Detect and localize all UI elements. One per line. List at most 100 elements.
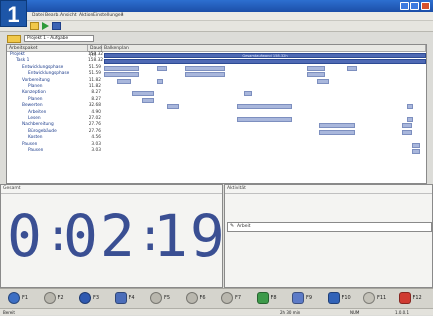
function-key-label: F8 — [271, 295, 277, 301]
path-field[interactable]: Projekt 1 - Aufgabe — [24, 35, 94, 42]
gantt-bar[interactable] — [402, 123, 412, 128]
gantt-bar[interactable] — [185, 72, 225, 77]
menu-item-edit[interactable]: Bearb. — [45, 13, 60, 18]
tree-row[interactable]: Pausen3.03 — [7, 148, 102, 154]
gantt-bar[interactable] — [185, 66, 225, 71]
tree-row[interactable]: Vorbereitung11.82 — [7, 78, 102, 84]
tree-row[interactable]: Task 1158.32 — [7, 58, 102, 64]
function-key-label: F11 — [377, 295, 386, 301]
tree-row-name: Pausen — [22, 142, 37, 148]
tree-row-name: Bewerten — [22, 103, 43, 109]
tree-row[interactable]: Planen8.27 — [7, 97, 102, 103]
column-header-duration[interactable]: Dauer [h] — [88, 45, 102, 52]
function-key-label: F10 — [342, 295, 351, 301]
toolbar — [0, 21, 433, 32]
function-key-f5[interactable]: F5 — [150, 291, 190, 306]
gantt-bar[interactable] — [237, 117, 292, 122]
tree-row-name: Arbeiten — [28, 110, 46, 116]
function-key-label: F12 — [413, 295, 422, 301]
function-key-f8[interactable]: F8 — [257, 291, 297, 306]
minimize-button[interactable] — [400, 2, 409, 10]
gantt-bar[interactable] — [317, 79, 329, 84]
gantt-bar[interactable] — [157, 79, 163, 84]
tree-row[interactable]: Entwicklungsphase51.59 — [7, 71, 102, 77]
function-key-f3[interactable]: F3 — [79, 291, 119, 306]
gantt-bar[interactable] — [167, 104, 179, 109]
function-key-f9[interactable]: F9 — [292, 291, 332, 306]
function-key-f7[interactable]: F7 — [221, 291, 261, 306]
gantt-bar[interactable] — [142, 98, 154, 103]
timer-hours: 0 — [7, 207, 44, 265]
blank-icon — [150, 292, 162, 304]
gantt-bar[interactable] — [412, 143, 420, 148]
gantt-bar[interactable] — [407, 104, 413, 109]
menu-item-file[interactable]: Datei — [32, 13, 44, 18]
function-key-f1[interactable]: F1 — [8, 291, 48, 306]
function-key-label: F4 — [129, 295, 135, 301]
function-key-f6[interactable]: F6 — [186, 291, 226, 306]
function-key-f10[interactable]: F10 — [328, 291, 368, 306]
blank-icon — [363, 292, 375, 304]
gantt-bar[interactable] — [307, 72, 325, 77]
gantt-bar[interactable] — [347, 66, 357, 71]
gantt-bar[interactable] — [319, 123, 355, 128]
gantt-bar[interactable] — [237, 104, 292, 109]
play-icon[interactable] — [42, 22, 49, 30]
tree-row[interactable]: Bewerten32.68 — [7, 103, 102, 109]
menu-item-view[interactable]: Ansicht — [60, 13, 77, 18]
menu-item-action[interactable]: Aktion — [79, 13, 93, 18]
gantt-bar[interactable] — [104, 72, 139, 77]
tree-row[interactable]: Kosten4.56 — [7, 135, 102, 141]
close-button[interactable] — [421, 2, 430, 10]
gantt-bar[interactable]: Gesamtaufwand 158.32h — [104, 53, 426, 58]
function-key-f2[interactable]: F2 — [44, 291, 84, 306]
calendar-icon — [115, 292, 127, 304]
function-key-f11[interactable]: F11 — [363, 291, 403, 306]
gantt-bar[interactable] — [244, 91, 252, 96]
function-key-f4[interactable]: F4 — [115, 291, 155, 306]
tree-row[interactable]: Nachbereitung27.76 — [7, 122, 102, 128]
activity-entry-row[interactable]: ✎ Arbeit — [227, 222, 432, 232]
maximize-button[interactable] — [410, 2, 419, 10]
folder-icon[interactable] — [30, 22, 39, 30]
gantt-bar[interactable] — [157, 66, 167, 71]
menu-item-help[interactable]: ? — [121, 13, 123, 18]
status-bar: Bereit 2h 30 min NUM 1.0.0.1 — [0, 308, 433, 315]
step-badge: 1 — [0, 0, 27, 27]
gantt-bar[interactable] — [402, 130, 412, 135]
gantt-bar[interactable] — [412, 149, 420, 154]
menu-item-settings[interactable]: Einstellungen — [93, 13, 124, 18]
tree-row[interactable]: Bürogebäude27.76 — [7, 129, 102, 135]
column-header-gantt[interactable]: Balkenplan — [102, 45, 426, 52]
gantt-bar[interactable] — [117, 79, 131, 84]
save-icon[interactable] — [52, 22, 61, 30]
tree-row-name: Task 1 — [16, 58, 29, 64]
gantt-bar[interactable] — [319, 130, 355, 135]
tree-row-name: Konzeption — [22, 90, 46, 96]
tree-row-value: 4.90 — [88, 110, 101, 116]
tree-row-name: Bürogebäude — [28, 129, 57, 135]
tree-row[interactable]: Entwicklungsphase51.59 — [7, 65, 102, 71]
gantt-bar[interactable] — [407, 117, 413, 122]
tree-row-value: 51.59 — [88, 65, 101, 71]
function-key-bar: F1 F2 F3 F4 F5F6 F7 F8 F9 F10 F11 F12 — [0, 288, 433, 308]
tree-row[interactable]: Pausen3.03 — [7, 142, 102, 148]
activity-panel: Aktivität ✎ Arbeit — [224, 184, 433, 288]
function-key-f12[interactable]: F12 — [399, 291, 433, 306]
tree-row[interactable]: Konzeption8.27 — [7, 90, 102, 96]
column-header-name[interactable]: Arbeitspaket — [7, 45, 88, 52]
tree-row[interactable]: Arbeiten 4.90 — [7, 110, 102, 116]
function-key-label: F2 — [58, 295, 64, 301]
gantt-bar[interactable] — [104, 59, 426, 64]
title-bar — [0, 0, 433, 12]
tree-row-name: Pausen — [28, 148, 43, 154]
gantt-bar[interactable] — [104, 66, 139, 71]
gantt-bar[interactable] — [132, 91, 154, 96]
project-folder-icon — [7, 35, 21, 43]
tree-row-name: Entwicklungsphase — [28, 71, 69, 77]
activity-entry-text: Arbeit — [237, 224, 251, 229]
function-key-label: F7 — [235, 295, 241, 301]
timer-minutes: 02 — [63, 207, 137, 265]
tree-row-name: Vorbereitung — [22, 78, 50, 84]
gantt-bar[interactable] — [307, 66, 325, 71]
